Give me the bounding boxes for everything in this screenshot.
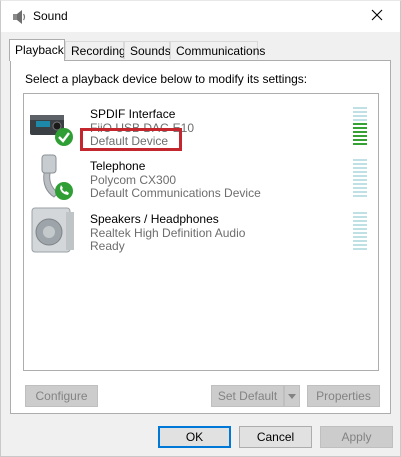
device-item-spdif[interactable]: SPDIF Interface FiiO USB DAC-E10 Default… (24, 98, 378, 150)
telephone-icon (28, 153, 78, 201)
meter-segment (353, 240, 367, 242)
meter-segment (353, 159, 367, 161)
set-default-dropdown[interactable] (284, 385, 300, 407)
meter-segment (353, 143, 367, 145)
meter-segment (353, 244, 367, 246)
meter-segment (353, 163, 367, 165)
device-name: Telephone (90, 159, 146, 173)
title-bar: Sound (1, 1, 400, 32)
device-driver: FiiO USB DAC-E10 (90, 120, 195, 135)
close-button[interactable] (354, 1, 400, 32)
meter-segment (353, 191, 367, 193)
meter-segment (353, 119, 367, 121)
meter-segment (353, 195, 367, 197)
meter-segment (353, 135, 367, 137)
ok-button[interactable]: OK (158, 426, 231, 448)
properties-button[interactable]: Properties (307, 385, 380, 407)
device-driver: Polycom CX300 (90, 172, 177, 187)
meter-segment (353, 224, 367, 226)
meter-segment (353, 107, 367, 109)
meter-segment (353, 212, 367, 214)
meter-segment (353, 232, 367, 234)
meter-segment (353, 171, 367, 173)
device-status: Default Communications Device (90, 186, 261, 200)
digital-output-icon (28, 101, 78, 149)
meter-segment (353, 175, 367, 177)
meter-segment (353, 115, 367, 117)
window-title: Sound (33, 9, 68, 23)
level-meter (353, 107, 367, 147)
device-driver: Realtek High Definition Audio (90, 225, 246, 240)
meter-segment (353, 179, 367, 181)
tab-recording[interactable]: Recording (65, 41, 126, 59)
set-default-button[interactable]: Set Default (211, 385, 284, 407)
speaker-device-icon (28, 206, 78, 254)
meter-segment (353, 167, 367, 169)
meter-segment (353, 123, 367, 125)
level-meter (353, 159, 367, 199)
tab-playback[interactable]: Playback (9, 39, 65, 61)
meter-segment (353, 127, 367, 129)
device-status: Default Device (90, 134, 169, 148)
cancel-button[interactable]: Cancel (239, 426, 312, 448)
configure-button[interactable]: Configure (25, 385, 98, 407)
device-name: Speakers / Headphones (90, 212, 219, 226)
meter-segment (353, 183, 367, 185)
tab-sounds[interactable]: Sounds (124, 41, 171, 59)
meter-segment (353, 220, 367, 222)
meter-segment (353, 111, 367, 113)
device-list: SPDIF Interface FiiO USB DAC-E10 Default… (23, 93, 379, 371)
instruction-text: Select a playback device below to modify… (25, 72, 308, 86)
speaker-icon (11, 9, 27, 25)
sound-dialog: Sound Playback Recording Sounds Communic… (0, 0, 401, 457)
meter-segment (353, 131, 367, 133)
tab-communications[interactable]: Communications (170, 41, 265, 59)
device-status: Ready (90, 239, 125, 253)
apply-button[interactable]: Apply (320, 426, 393, 448)
meter-segment (353, 216, 367, 218)
meter-segment (353, 187, 367, 189)
close-icon (371, 9, 383, 24)
meter-segment (353, 228, 367, 230)
meter-segment (353, 248, 367, 250)
device-item-telephone[interactable]: Telephone Polycom CX300 Default Communic… (24, 150, 378, 202)
device-name: SPDIF Interface (90, 107, 176, 121)
level-meter (353, 212, 367, 252)
device-item-speakers[interactable]: Speakers / Headphones Realtek High Defin… (24, 203, 378, 255)
chevron-down-icon (287, 389, 297, 403)
meter-segment (353, 139, 367, 141)
meter-segment (353, 236, 367, 238)
